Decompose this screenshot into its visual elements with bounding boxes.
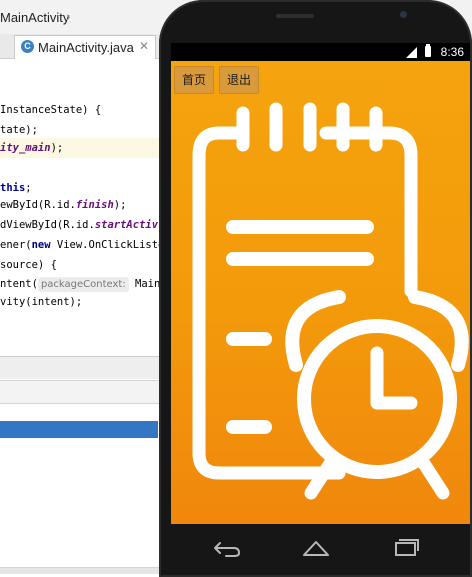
home-button[interactable]: 首页 <box>174 66 214 94</box>
phone-emulator: 8:36 首页 退出 <box>159 0 472 577</box>
action-bar: 首页 退出 <box>171 61 470 97</box>
code-token: ntent( <box>0 278 38 290</box>
code-line[interactable]: InstanceState) { <box>0 100 172 120</box>
code-token: ity_main <box>0 142 51 154</box>
front-camera <box>400 11 407 18</box>
back-icon[interactable] <box>212 536 242 560</box>
code-line[interactable]: ity_main); <box>0 138 172 158</box>
tool-window-header <box>0 356 160 379</box>
parameter-hint: packageContext: <box>37 277 129 292</box>
code-token: new <box>31 239 51 251</box>
code-token: InstanceState) { <box>0 104 102 116</box>
clock-leg-right <box>414 452 450 500</box>
code-token: this <box>0 182 26 194</box>
code-line[interactable]: ener(new View.OnClickListe <box>0 235 172 255</box>
home-icon[interactable] <box>301 536 331 560</box>
code-editor[interactable]: InstanceState) {tate); ity_main); this; ewB… <box>0 60 172 356</box>
code-token: startActiv <box>94 219 159 231</box>
status-bar: 8:36 <box>171 43 470 61</box>
battery-icon <box>425 44 431 57</box>
code-line[interactable]: tate); <box>0 120 172 140</box>
navigation-bar <box>159 524 472 577</box>
close-icon[interactable]: ✕ <box>139 39 149 53</box>
code-token: tate); <box>0 124 38 136</box>
phone-screen: 8:36 首页 退出 <box>171 43 470 524</box>
code-token: ); <box>113 199 127 211</box>
code-token: ener( <box>0 239 32 251</box>
horizontal-scrollbar[interactable] <box>0 567 160 574</box>
recents-icon[interactable] <box>391 536 421 560</box>
selected-row[interactable] <box>0 421 158 438</box>
code-token: ewById(R.id. <box>0 199 76 211</box>
code-token: Main <box>128 278 161 290</box>
code-token: ); <box>50 142 64 154</box>
code-line[interactable]: source) { <box>0 255 172 275</box>
code-token: vity(intent); <box>0 296 83 308</box>
status-time: 8:36 <box>440 45 464 59</box>
signal-icon <box>406 47 417 58</box>
code-token: ; <box>25 182 32 194</box>
chevron-right-icon: › <box>66 8 71 24</box>
code-line[interactable]: dViewById(R.id.startActiv <box>0 215 172 235</box>
code-token: source) { <box>0 259 57 271</box>
breadcrumb-item-mainactivity[interactable]: MainActivity <box>0 10 69 25</box>
exit-button[interactable]: 退出 <box>219 66 259 94</box>
tool-window-toolbar <box>0 380 160 404</box>
class-icon: C <box>21 40 34 53</box>
code-token: finish <box>75 199 114 211</box>
speaker-grille <box>276 14 314 18</box>
code-line[interactable]: ntent(packageContext: Main <box>0 274 172 294</box>
code-token: dViewById(R.id. <box>0 219 95 231</box>
code-line[interactable]: ewById(R.id.finish); <box>0 195 172 215</box>
notepad-outline <box>319 126 418 298</box>
code-line[interactable]: vity(intent); <box>0 292 172 312</box>
clock-leg-left <box>304 452 340 500</box>
code-token: View.OnClickListe <box>50 239 165 251</box>
tab-label: MainActivity.java <box>38 40 134 55</box>
notepad-alarm-logo <box>192 102 469 500</box>
tab-mainactivity-java[interactable]: C MainActivity.java ✕ <box>14 35 156 59</box>
clock-hands <box>370 346 418 410</box>
